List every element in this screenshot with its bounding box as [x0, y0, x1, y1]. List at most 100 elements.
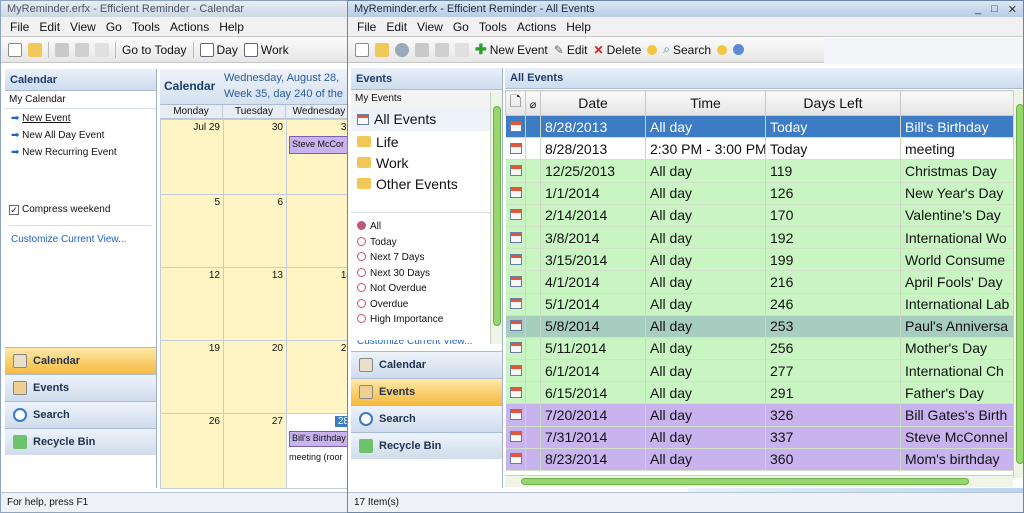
table-row[interactable]: 5/8/2014 All day 253 Paul's Anniversa: [505, 315, 1014, 338]
folder-other-events[interactable]: Other Events: [351, 173, 502, 194]
nav-calendar-button[interactable]: Calendar: [5, 347, 156, 374]
new-doc-button[interactable]: [5, 39, 25, 61]
menu-go[interactable]: Go: [448, 20, 474, 34]
maximize-button[interactable]: □: [991, 3, 998, 16]
events-window-titlebar[interactable]: MyReminder.erfx - Efficient Reminder - A…: [348, 1, 1023, 17]
save-button[interactable]: [392, 39, 412, 61]
calendar-day-cell[interactable]: 30: [223, 119, 287, 195]
table-row[interactable]: 1/1/2014 All day 126 New Year's Day: [505, 182, 1014, 205]
menu-edit[interactable]: Edit: [34, 20, 65, 34]
folder-work[interactable]: Work: [351, 152, 502, 173]
cut-button[interactable]: [432, 39, 452, 61]
new-event-button[interactable]: ✚ New Event: [472, 39, 551, 61]
folder-all-events[interactable]: All Events: [351, 107, 502, 131]
folder-life[interactable]: Life: [351, 131, 502, 152]
filter-next-7-days[interactable]: Next 7 Days: [351, 252, 502, 268]
calendar-day-cell[interactable]: 14: [286, 267, 351, 341]
calendar-day-cell[interactable]: 6: [223, 194, 287, 268]
table-row[interactable]: 5/11/2014 All day 256 Mother's Day: [505, 337, 1014, 361]
table-row[interactable]: 3/8/2014 All day 192 International Wo: [505, 226, 1014, 250]
scrollbar-thumb[interactable]: [521, 478, 969, 485]
table-row[interactable]: 6/15/2014 All day 291 Father's Day: [505, 381, 1014, 405]
search-button[interactable]: ⌕ Search: [660, 39, 714, 61]
menu-view[interactable]: View: [65, 20, 101, 34]
menu-help[interactable]: Help: [561, 20, 596, 34]
calendar-day-cell[interactable]: 12: [160, 267, 224, 341]
nav-calendar-button[interactable]: Calendar: [351, 351, 502, 378]
close-button[interactable]: ✕: [1008, 3, 1017, 16]
filter-next-30-days[interactable]: Next 30 Days: [351, 267, 502, 284]
calendar-day-cell-today[interactable]: 28 Bill's Birthday meeting (roor: [286, 413, 351, 489]
print-button[interactable]: [412, 39, 432, 61]
delete-button[interactable]: ✕ Delete: [591, 39, 645, 61]
calendar-event-steve[interactable]: Steve McCor: [289, 136, 351, 154]
filter-not-overdue[interactable]: Not Overdue: [351, 283, 502, 299]
menu-view[interactable]: View: [412, 20, 448, 34]
customize-view-link[interactable]: Customize Current View...: [11, 234, 126, 245]
calendar-day-cell[interactable]: 27: [223, 413, 287, 489]
menu-tools[interactable]: Tools: [474, 20, 512, 34]
nav-events-button[interactable]: Events: [5, 374, 156, 401]
nav-recycle-bin-button[interactable]: Recycle Bin: [351, 432, 502, 459]
menu-go[interactable]: Go: [101, 20, 127, 34]
table-row[interactable]: 7/31/2014 All day 337 Steve McConnel: [505, 426, 1014, 449]
filter-today[interactable]: Today: [351, 236, 502, 253]
table-row[interactable]: 2/14/2014 All day 170 Valentine's Day: [505, 204, 1014, 227]
filter-all[interactable]: All: [351, 221, 502, 237]
column-date-header[interactable]: Date: [540, 90, 646, 116]
nav-recycle-bin-button[interactable]: Recycle Bin: [5, 428, 156, 455]
table-row[interactable]: 5/1/2014 All day 246 International Lab: [505, 293, 1014, 316]
nav-pane-scrollbar[interactable]: [490, 92, 502, 344]
help-button[interactable]: [730, 39, 747, 61]
cut-button[interactable]: [72, 39, 92, 61]
work-week-button[interactable]: Work: [241, 39, 292, 61]
table-row[interactable]: 7/20/2014 All day 326 Bill Gates's Birth: [505, 403, 1014, 427]
calendar-day-cell[interactable]: 26: [160, 413, 224, 489]
scrollbar-thumb[interactable]: [1016, 104, 1023, 464]
nav-search-button[interactable]: Search: [351, 405, 502, 432]
options-button[interactable]: [644, 39, 660, 61]
calendar-event-meeting[interactable]: meeting (roor: [289, 452, 343, 462]
column-type-header[interactable]: 🗋: [505, 90, 526, 116]
calendar-day-cell[interactable]: 31 Steve McCor: [286, 119, 351, 195]
calendar-day-cell[interactable]: 20: [223, 340, 287, 414]
menu-help[interactable]: Help: [214, 20, 249, 34]
new-all-day-event-link[interactable]: ➡ New All Day Event: [11, 130, 150, 147]
events-horizontal-scrollbar[interactable]: [505, 475, 1013, 487]
table-row[interactable]: 12/25/2013 All day 119 Christmas Day: [505, 159, 1014, 183]
customize-view-link[interactable]: Customize Current View...: [357, 340, 472, 346]
calendar-day-cell[interactable]: 19: [160, 340, 224, 414]
filter-high-importance[interactable]: High Importance: [351, 314, 502, 330]
print-button[interactable]: [52, 39, 72, 61]
table-row[interactable]: 8/28/2013 All day Today Bill's Birthday: [505, 115, 1014, 139]
open-button[interactable]: [372, 39, 392, 61]
calendar-day-cell[interactable]: Jul 29: [160, 119, 224, 195]
calendar-day-cell[interactable]: 13: [223, 267, 287, 341]
copy-button[interactable]: [92, 39, 112, 61]
compress-weekend-checkbox[interactable]: ✓ Compress weekend: [9, 204, 110, 215]
day-view-button[interactable]: Day: [197, 39, 241, 61]
column-time-header[interactable]: Time: [645, 90, 766, 116]
nav-events-button[interactable]: Events: [351, 378, 502, 405]
column-attachment-header[interactable]: ⌀: [525, 90, 541, 116]
menu-actions[interactable]: Actions: [512, 20, 561, 34]
new-doc-button[interactable]: [352, 39, 372, 61]
menu-tools[interactable]: Tools: [127, 20, 165, 34]
table-row[interactable]: 8/28/2013 2:30 PM - 3:00 PM Today meeting: [505, 137, 1014, 161]
open-button[interactable]: [25, 39, 45, 61]
column-days-left-header[interactable]: Days Left: [765, 90, 901, 116]
menu-file[interactable]: File: [352, 20, 381, 34]
events-vertical-scrollbar[interactable]: [1013, 90, 1023, 478]
menu-actions[interactable]: Actions: [165, 20, 214, 34]
scrollbar-thumb[interactable]: [493, 106, 501, 326]
table-row[interactable]: 3/15/2014 All day 199 World Consume: [505, 248, 1014, 272]
table-row[interactable]: 6/1/2014 All day 277 International Ch: [505, 359, 1014, 383]
nav-search-button[interactable]: Search: [5, 401, 156, 428]
table-row[interactable]: 8/23/2014 All day 360 Mom's birthday: [505, 448, 1014, 472]
go-to-today-button[interactable]: Go to Today: [119, 39, 190, 61]
table-row[interactable]: 4/1/2014 All day 216 April Fools' Day: [505, 270, 1014, 294]
copy-button[interactable]: [452, 39, 472, 61]
calendar-day-cell[interactable]: 21: [286, 340, 351, 414]
calendar-day-cell[interactable]: 7: [286, 194, 351, 268]
edit-button[interactable]: ✎ Edit: [551, 39, 591, 61]
